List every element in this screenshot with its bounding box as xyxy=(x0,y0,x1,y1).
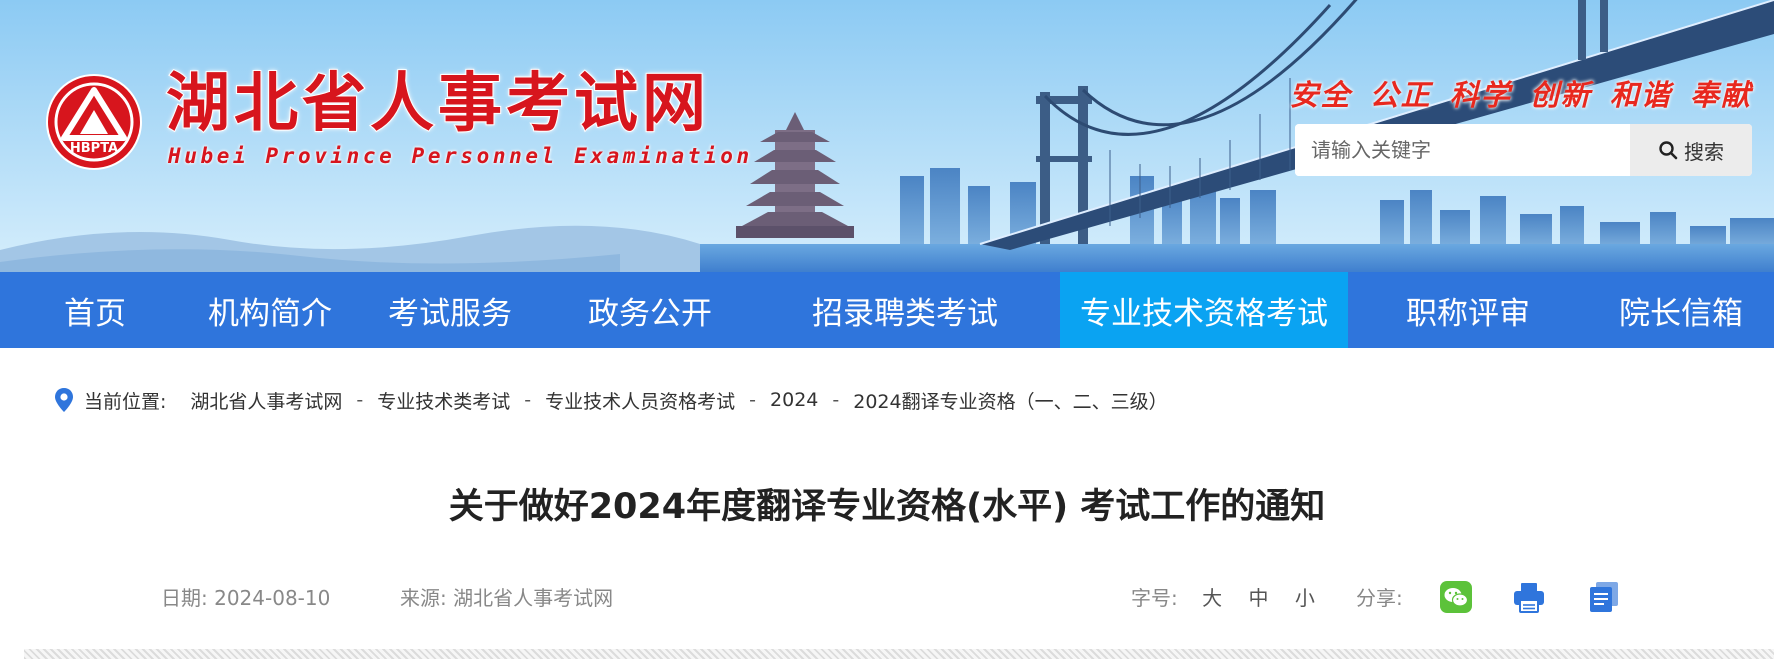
breadcrumb-link-year[interactable]: 2024 xyxy=(770,389,818,411)
font-size-control: 字号: 大 中 小 xyxy=(1131,582,1315,611)
nav-item-title-evaluation[interactable]: 职称评审 xyxy=(1348,272,1588,348)
date-label: 日期: xyxy=(161,586,208,610)
font-size-large-button[interactable]: 大 xyxy=(1202,586,1222,610)
font-size-label: 字号: xyxy=(1131,586,1178,610)
wechat-icon[interactable] xyxy=(1439,580,1473,614)
search-button[interactable]: 搜索 xyxy=(1630,124,1752,176)
font-size-small-button[interactable]: 小 xyxy=(1295,586,1315,610)
nav-item-professional-qualification[interactable]: 专业技术资格考试 xyxy=(1060,272,1348,348)
article-source: 来源: 湖北省人事考试网 xyxy=(400,582,613,611)
nav-item-government-affairs[interactable]: 政务公开 xyxy=(550,272,750,348)
date-value: 2024-08-10 xyxy=(214,586,331,610)
breadcrumb-link-home[interactable]: 湖北省人事考试网 xyxy=(190,387,342,414)
site-logo[interactable]: HBPTA xyxy=(44,72,144,172)
header-banner: HBPTA 湖北省人事考试网 Hubei Province Personnel … xyxy=(0,0,1774,272)
breadcrumb-link-professional-exams[interactable]: 专业技术类考试 xyxy=(377,387,510,414)
share-label: 分享: xyxy=(1356,586,1403,610)
section-divider xyxy=(24,649,1774,659)
site-slogan: 安全 公正 科学 创新 和谐 奉献 xyxy=(1289,78,1752,112)
breadcrumb-link-qualification-exams[interactable]: 专业技术人员资格考试 xyxy=(545,387,735,414)
nav-item-about[interactable]: 机构简介 xyxy=(190,272,350,348)
location-pin-icon xyxy=(55,388,73,412)
search-box: 搜索 xyxy=(1295,124,1752,176)
breadcrumb-label: 当前位置: xyxy=(84,390,167,413)
font-size-medium-button[interactable]: 中 xyxy=(1248,586,1268,610)
site-subtitle: Hubei Province Personnel Examination xyxy=(168,144,753,168)
search-input[interactable] xyxy=(1295,124,1625,176)
nav-item-director-mailbox[interactable]: 院长信箱 xyxy=(1588,272,1774,348)
copy-icon[interactable] xyxy=(1587,580,1621,614)
breadcrumb-link-translation[interactable]: 2024翻译专业资格（一、二、三级） xyxy=(853,387,1167,414)
nav-item-exam-services[interactable]: 考试服务 xyxy=(350,272,550,348)
main-nav: 首页 机构简介 考试服务 政务公开 招录聘类考试 专业技术资格考试 职称评审 院… xyxy=(0,272,1774,348)
breadcrumb-separator: - xyxy=(749,389,757,411)
breadcrumb: 当前位置: 湖北省人事考试网 - 专业技术类考试 - 专业技术人员资格考试 - … xyxy=(54,385,1168,415)
breadcrumb-separator: - xyxy=(356,389,364,411)
search-icon xyxy=(1659,141,1678,160)
print-icon[interactable] xyxy=(1512,580,1546,614)
breadcrumb-separator: - xyxy=(524,389,532,411)
nav-item-recruitment-exams[interactable]: 招录聘类考试 xyxy=(750,272,1060,348)
hbpta-emblem-icon: HBPTA xyxy=(46,74,142,170)
site-title: 湖北省人事考试网 xyxy=(165,67,710,141)
article-date: 日期: 2024-08-10 xyxy=(161,582,330,611)
breadcrumb-separator: - xyxy=(832,389,840,411)
source-value: 湖北省人事考试网 xyxy=(453,586,614,610)
source-label: 来源: xyxy=(400,586,447,610)
search-button-label: 搜索 xyxy=(1684,139,1724,164)
nav-item-home[interactable]: 首页 xyxy=(0,272,190,348)
article-title: 关于做好2024年度翻译专业资格(水平) 考试工作的通知 xyxy=(448,487,1326,527)
logo-abbrev: HBPTA xyxy=(70,141,118,156)
